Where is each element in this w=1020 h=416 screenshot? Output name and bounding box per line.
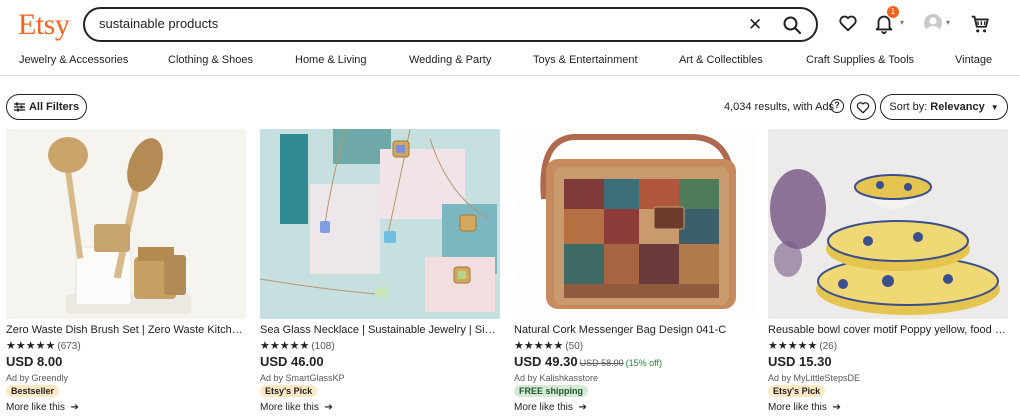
more-like-this-link[interactable]: More like this ➔ bbox=[6, 402, 79, 413]
review-count: (50) bbox=[565, 341, 584, 352]
search-input[interactable] bbox=[99, 16, 699, 31]
rating-stars: ★★★★★ bbox=[6, 340, 56, 352]
listing-card[interactable]: Zero Waste Dish Brush Set | Zero Waste K… bbox=[6, 129, 246, 416]
listing-title[interactable]: Natural Cork Messenger Bag Design 041-C bbox=[514, 324, 754, 336]
more-like-this-link[interactable]: More like this ➔ bbox=[514, 402, 587, 413]
all-filters-label: All Filters bbox=[28, 101, 80, 113]
bestseller-badge: Bestseller bbox=[6, 385, 60, 397]
listing-title[interactable]: Zero Waste Dish Brush Set | Zero Waste K… bbox=[6, 324, 246, 336]
category-toys-entertainment[interactable]: Toys & Entertainment bbox=[533, 54, 638, 66]
review-count: (673) bbox=[57, 341, 81, 352]
listing-price: USD 8.00 bbox=[6, 354, 63, 369]
listing-ad-by[interactable]: Ad by MyLittleStepsDE bbox=[768, 373, 860, 383]
favorites-heart-icon[interactable] bbox=[837, 12, 859, 34]
listing-title[interactable]: Reusable bowl cover motif Poppy yellow, … bbox=[768, 324, 1008, 336]
arrow-right-icon: ➔ bbox=[575, 402, 587, 413]
arrow-right-icon: ➔ bbox=[67, 402, 79, 413]
more-like-this-link[interactable]: More like this ➔ bbox=[768, 402, 841, 413]
category-craft-supplies-tools[interactable]: Craft Supplies & Tools bbox=[806, 54, 914, 66]
arrow-right-icon: ➔ bbox=[829, 402, 841, 413]
listing-ad-by[interactable]: Ad by Kalishkasstore bbox=[514, 373, 598, 383]
listing-rating: ★★★★★ (50) bbox=[514, 339, 583, 352]
arrow-right-icon: ➔ bbox=[321, 402, 333, 413]
review-count: (108) bbox=[311, 341, 335, 352]
free-shipping-badge: FREE shipping bbox=[514, 385, 588, 397]
listing-image-sea-glass-necklace[interactable] bbox=[260, 129, 500, 319]
listing-card[interactable]: Sea Glass Necklace | Sustainable Jewelry… bbox=[260, 129, 500, 416]
heart-icon bbox=[856, 101, 870, 113]
listing-rating: ★★★★★ (673) bbox=[6, 339, 81, 352]
more-like-this-label: More like this bbox=[768, 402, 827, 413]
category-art-collectibles[interactable]: Art & Collectibles bbox=[679, 54, 763, 66]
header-divider bbox=[0, 75, 1020, 76]
listing-title[interactable]: Sea Glass Necklace | Sustainable Jewelry… bbox=[260, 324, 500, 336]
discount-percent: (15% off) bbox=[625, 358, 662, 368]
listing-image-dish-brush-set[interactable] bbox=[6, 129, 246, 319]
category-clothing-shoes[interactable]: Clothing & Shoes bbox=[168, 54, 253, 66]
listing-ad-by[interactable]: Ad by Greendly bbox=[6, 373, 68, 383]
rating-stars: ★★★★★ bbox=[514, 340, 564, 352]
more-like-this-label: More like this bbox=[6, 402, 65, 413]
review-count: (26) bbox=[819, 341, 838, 352]
category-jewelry-accessories[interactable]: Jewelry & Accessories bbox=[19, 54, 128, 66]
search-bar: ✕ bbox=[83, 7, 818, 42]
sort-dropdown[interactable]: Sort by: Relevancy ▼ bbox=[880, 94, 1008, 120]
category-vintage[interactable]: Vintage bbox=[955, 54, 992, 66]
notification-count-badge: 1 bbox=[887, 6, 899, 18]
all-filters-button[interactable]: All Filters bbox=[6, 94, 87, 120]
listing-card[interactable]: Reusable bowl cover motif Poppy yellow, … bbox=[768, 129, 1008, 416]
rating-stars: ★★★★★ bbox=[768, 340, 818, 352]
rating-stars: ★★★★★ bbox=[260, 340, 310, 352]
save-search-button[interactable] bbox=[850, 94, 876, 120]
original-price: USD 58.00 bbox=[579, 358, 624, 368]
more-like-this-label: More like this bbox=[260, 402, 319, 413]
sort-caret-icon: ▼ bbox=[990, 102, 999, 112]
clear-search-icon[interactable]: ✕ bbox=[748, 16, 762, 33]
etsys-pick-badge: Etsy's Pick bbox=[260, 385, 318, 397]
sort-value: Relevancy bbox=[930, 101, 985, 113]
more-like-this-label: More like this bbox=[514, 402, 573, 413]
avatar[interactable] bbox=[924, 14, 942, 32]
etsys-pick-badge: Etsy's Pick bbox=[768, 385, 826, 397]
more-like-this-link[interactable]: More like this ➔ bbox=[260, 402, 333, 413]
listing-price: USD 49.30 USD 58.00 (15% off) bbox=[514, 354, 662, 369]
listing-rating: ★★★★★ (26) bbox=[768, 339, 837, 352]
account-chevron-icon[interactable]: ▾ bbox=[946, 18, 950, 27]
notifications-chevron-icon[interactable]: ▾ bbox=[900, 18, 904, 27]
category-wedding-party[interactable]: Wedding & Party bbox=[409, 54, 491, 66]
listing-image-cork-messenger-bag[interactable] bbox=[514, 129, 754, 319]
category-home-living[interactable]: Home & Living bbox=[295, 54, 367, 66]
cart-icon[interactable] bbox=[969, 13, 991, 35]
search-icon[interactable] bbox=[782, 15, 802, 35]
etsy-logo[interactable]: Etsy bbox=[18, 8, 70, 42]
listing-ad-by[interactable]: Ad by SmartGlassKP bbox=[260, 373, 345, 383]
listing-rating: ★★★★★ (108) bbox=[260, 339, 335, 352]
listing-price: USD 15.30 bbox=[768, 354, 832, 369]
filter-sliders-icon bbox=[13, 102, 25, 112]
listing-price: USD 46.00 bbox=[260, 354, 324, 369]
listing-card[interactable]: Natural Cork Messenger Bag Design 041-C … bbox=[514, 129, 754, 416]
results-count: 4,034 results, with Ads bbox=[724, 101, 835, 113]
user-silhouette-icon bbox=[926, 17, 940, 32]
sort-label: Sort by: bbox=[889, 101, 928, 113]
ads-info-help-icon[interactable]: ? bbox=[830, 99, 844, 113]
sale-price: USD 49.30 bbox=[514, 354, 578, 369]
category-nav: Jewelry & Accessories Clothing & Shoes H… bbox=[0, 52, 1020, 74]
listing-image-bowl-cover[interactable] bbox=[768, 129, 1008, 319]
